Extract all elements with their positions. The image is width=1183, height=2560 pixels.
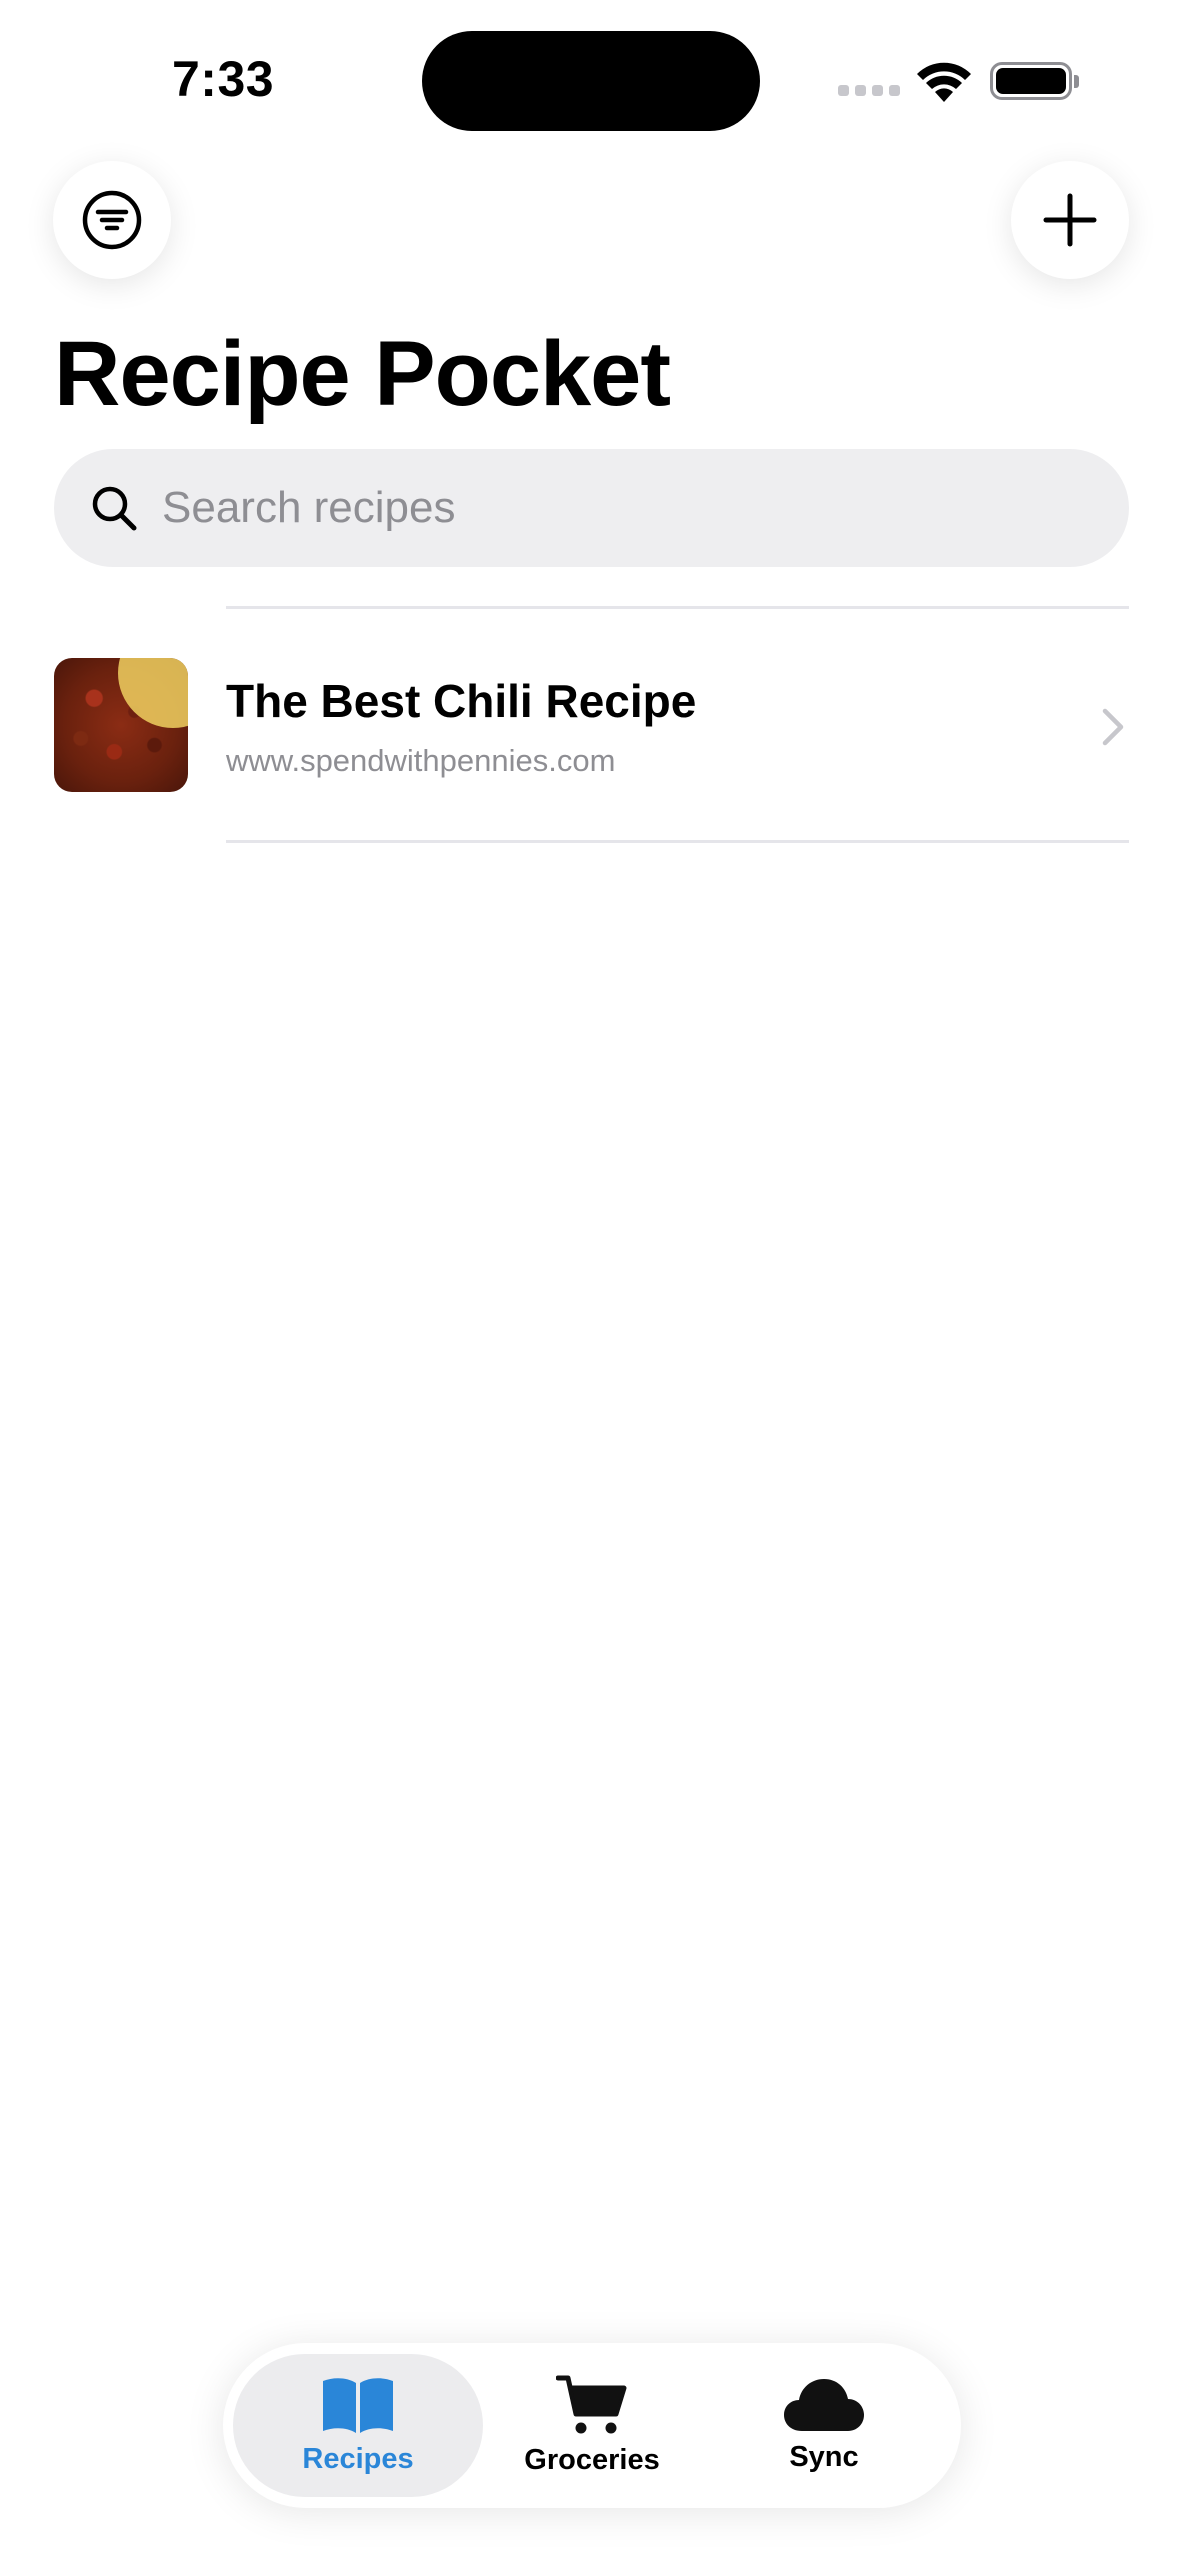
cloud-icon [784,2379,864,2431]
status-time: 7:33 [172,51,275,107]
tab-groceries-label: Groceries [524,2444,660,2476]
search-input[interactable] [162,483,1062,533]
book-icon [323,2378,393,2433]
tab-recipes-label: Recipes [302,2443,414,2475]
cellular-signal-icon [838,85,900,96]
cart-icon [556,2375,627,2434]
list-item[interactable]: The Best Chili Recipe www.spendwithpenni… [0,610,1183,842]
dynamic-island [422,31,760,131]
search-icon [92,486,137,531]
tab-bar: Recipes Groceries Sync [223,2343,961,2508]
tab-recipes[interactable]: Recipes [233,2354,483,2497]
list-divider-top [226,606,1129,609]
tab-groceries[interactable]: Groceries [467,2354,717,2497]
filter-button[interactable] [53,161,171,279]
recipe-list-screen: 7:33 Recipe Pocket Search recipes The Be… [0,0,1183,2560]
recipe-thumbnail [54,658,188,792]
tab-sync-label: Sync [789,2441,859,2473]
wifi-icon [917,62,971,102]
plus-icon [1043,193,1097,247]
tab-sync[interactable]: Sync [699,2354,949,2497]
page-title: Recipe Pocket [54,323,671,425]
list-divider-bottom [226,840,1129,843]
add-recipe-button[interactable] [1011,161,1129,279]
filter-icon [82,190,142,250]
battery-icon [990,62,1079,100]
search-bar[interactable] [54,449,1129,567]
chevron-right-icon [1102,708,1124,746]
recipe-title: The Best Chili Recipe [226,675,697,727]
recipe-source: www.spendwithpennies.com [226,743,616,778]
